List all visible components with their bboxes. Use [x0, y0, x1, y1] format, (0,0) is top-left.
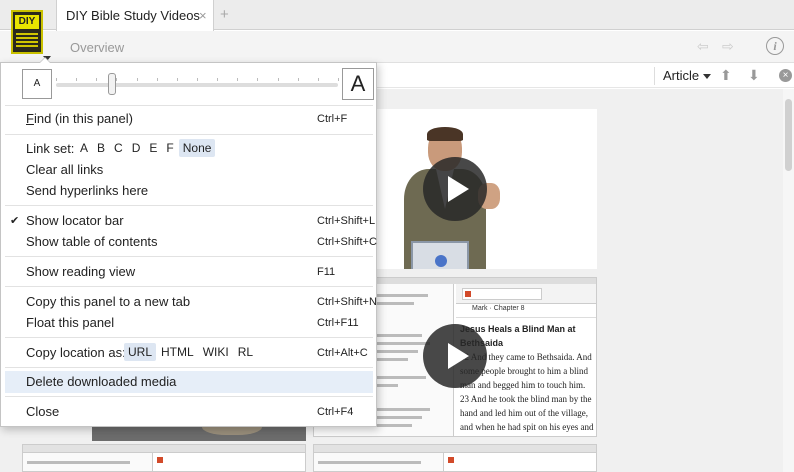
video-thumbnail-screencast-2[interactable] — [22, 444, 306, 472]
zoom-tick — [297, 78, 299, 81]
menu-item-delete-downloaded-media[interactable]: Delete downloaded media — [26, 374, 176, 389]
menu-pointer — [39, 57, 51, 63]
zoom-in-button[interactable]: A — [342, 68, 374, 100]
play-icon[interactable] — [423, 157, 487, 221]
shortcut-copy-panel: Ctrl+Shift+N — [317, 296, 377, 308]
link-set-option-f[interactable]: F — [162, 139, 177, 157]
menu-item-show-locator-bar[interactable]: Show locator bar — [26, 213, 124, 228]
menu-divider — [5, 396, 373, 397]
panel-menu: A A Find (in this panel) Ctrl+F Link set… — [0, 62, 377, 427]
tab-diy-bible-study-videos[interactable]: DIY Bible Study Videos × — [56, 0, 214, 31]
menu-divider — [5, 134, 373, 135]
menu-item-copy-panel[interactable]: Copy this panel to a new tab — [26, 294, 190, 309]
app-window: DIY Bible Study Videos × + DIY Overview … — [0, 0, 794, 472]
shortcut-show-locator-bar: Ctrl+Shift+L — [317, 215, 376, 227]
link-set-option-e[interactable]: E — [145, 139, 161, 157]
menu-divider — [5, 105, 373, 106]
bible-reference: Mark · Chapter 8 — [472, 305, 525, 312]
zoom-tick — [96, 78, 98, 81]
checkmark-icon: ✔ — [10, 215, 20, 227]
play-icon[interactable] — [423, 324, 487, 388]
link-set-option-c[interactable]: C — [110, 139, 127, 157]
info-icon[interactable]: i — [766, 37, 784, 55]
zoom-tick — [277, 78, 279, 81]
zoom-control: A A — [1, 63, 376, 105]
menu-item-float-panel[interactable]: Float this panel — [26, 315, 114, 330]
link-set-option-b[interactable]: B — [93, 139, 109, 157]
forward-arrow-icon[interactable]: ⇨ — [722, 38, 734, 55]
menu-item-send-hyperlinks[interactable]: Send hyperlinks here — [26, 183, 148, 198]
link-set-options: A B C D E F None — [75, 139, 216, 157]
zoom-slider-thumb[interactable] — [108, 73, 117, 95]
overview-link[interactable]: Overview — [70, 40, 124, 55]
shortcut-show-reading-view: F11 — [317, 266, 336, 278]
add-tab-icon[interactable]: + — [220, 6, 229, 23]
video-thumbnail-screencast-3[interactable] — [313, 444, 597, 472]
scrollbar[interactable] — [783, 89, 794, 472]
zoom-tick — [136, 78, 138, 81]
menu-item-find[interactable]: Find (in this panel) — [26, 111, 133, 126]
copy-location-option-wiki[interactable]: WIKI — [199, 343, 233, 361]
shortcut-close: Ctrl+F4 — [317, 406, 354, 418]
arrow-up-icon[interactable]: ⬆ — [720, 67, 732, 84]
logos-logo-icon — [435, 255, 447, 267]
zoom-tick — [156, 78, 158, 81]
zoom-tick — [217, 78, 219, 81]
arrow-down-icon[interactable]: ⬇ — [748, 67, 760, 84]
scrollbar-thumb[interactable] — [785, 99, 792, 171]
back-arrow-icon[interactable]: ⇦ — [697, 38, 709, 55]
link-set-option-none[interactable]: None — [178, 139, 216, 157]
zoom-tick — [76, 78, 78, 81]
link-set-label: Link set: — [26, 141, 75, 156]
tab-title: DIY Bible Study Videos — [66, 8, 200, 23]
logo-lines-icon — [16, 33, 38, 47]
shortcut-show-toc: Ctrl+Shift+C — [317, 236, 377, 248]
tab-close-icon[interactable]: × — [199, 8, 207, 23]
panel-subheader: Overview ⇦ ⇨ i — [0, 31, 794, 63]
article-dropdown-label: Article — [663, 68, 700, 83]
copy-location-option-url[interactable]: URL — [124, 343, 157, 361]
tab-strip: DIY Bible Study Videos × + — [0, 0, 794, 31]
zoom-tick — [237, 78, 239, 81]
zoom-tick — [257, 78, 259, 81]
zoom-tick — [176, 78, 178, 81]
menu-item-show-reading-view[interactable]: Show reading view — [26, 264, 135, 279]
menu-divider — [5, 367, 373, 368]
menu-divider — [5, 337, 373, 338]
article-dropdown[interactable]: Article — [663, 68, 712, 83]
zoom-tick — [197, 78, 198, 81]
copy-location-options: URL HTML WIKI RL — [123, 343, 257, 361]
menu-divider — [5, 256, 373, 257]
menu-divider — [5, 205, 373, 206]
shortcut-float-panel: Ctrl+F11 — [317, 317, 359, 329]
copy-location-option-html[interactable]: HTML — [157, 343, 198, 361]
shortcut-find: Ctrl+F — [317, 113, 348, 125]
shortcut-copy-location: Ctrl+Alt+C — [317, 347, 368, 359]
zoom-tick — [338, 78, 339, 81]
diy-logo-text: DIY — [15, 15, 39, 29]
menu-item-clear-links[interactable]: Clear all links — [26, 162, 103, 177]
menu-item-show-toc[interactable]: Show table of contents — [26, 234, 158, 249]
chevron-down-icon — [703, 74, 712, 80]
menu-divider — [5, 286, 373, 287]
laptop-image — [411, 241, 469, 269]
zoom-out-button[interactable]: A — [22, 69, 52, 99]
bible-tab — [462, 288, 542, 300]
link-set-option-a[interactable]: A — [76, 139, 92, 157]
zoom-tick — [116, 78, 118, 81]
zoom-slider[interactable] — [56, 73, 339, 95]
link-set-option-d[interactable]: D — [128, 139, 145, 157]
zoom-tick — [56, 78, 57, 81]
menu-item-find-label: ind (in this panel) — [33, 111, 133, 126]
zoom-tick — [317, 78, 319, 81]
close-circle-icon[interactable]: × — [779, 69, 792, 82]
copy-location-label: Copy location as: — [26, 345, 126, 360]
menu-item-close[interactable]: Close — [26, 404, 59, 419]
toolbar-divider — [654, 67, 655, 85]
panel-menu-button[interactable]: DIY — [11, 10, 43, 54]
copy-location-option-rl[interactable]: RL — [234, 343, 257, 361]
